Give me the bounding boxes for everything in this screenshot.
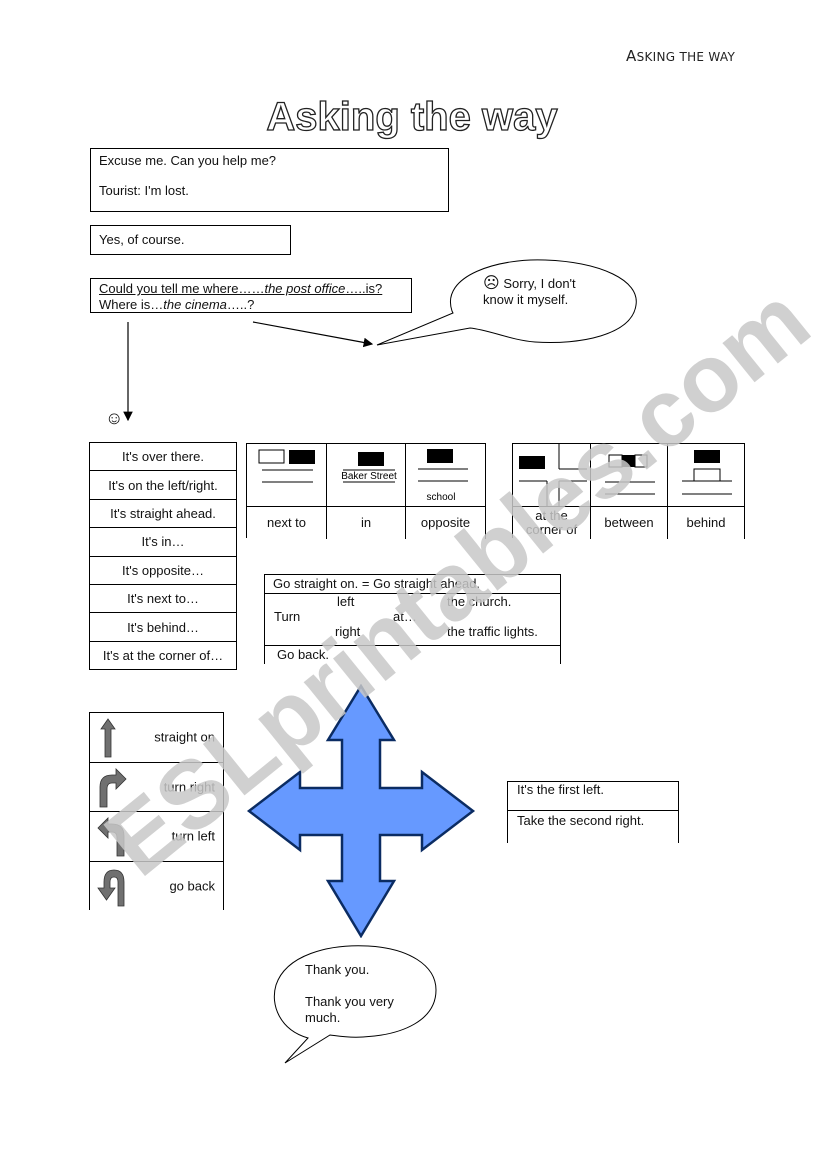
first-left-row: It's the first left. <box>508 782 678 811</box>
smiley-face-icon: ☺ <box>105 408 124 428</box>
turn-item-straight: straight on <box>90 713 223 763</box>
turns-table: straight on turn right turn left go back <box>89 712 224 910</box>
sad-face-icon: ☹ <box>483 275 500 292</box>
prep-behind: behind <box>668 444 745 539</box>
turn-item-right: turn right <box>90 763 223 812</box>
phrase-item: It's behind… <box>90 613 236 642</box>
baker-street-caption: Baker Street <box>341 471 397 482</box>
in-diagram-icon: Baker Street <box>327 444 405 507</box>
corner-diagram-icon <box>513 444 590 507</box>
to-bubble-arrow <box>252 321 374 348</box>
u-turn-icon <box>97 869 125 906</box>
turn-right-icon <box>99 767 127 807</box>
phrases-list: It's over there. It's on the left/right.… <box>89 442 237 671</box>
second-right-row: Take the second right. <box>517 813 645 828</box>
phrase-item: It's straight ahead. <box>90 500 236 529</box>
go-straight-row: Go straight on. = Go straight ahead. <box>265 575 560 594</box>
four-way-arrow-icon <box>246 684 476 938</box>
go-back-row: Go back. <box>277 647 330 662</box>
turn-item-left: turn left <box>90 812 223 862</box>
phrase-item: It's on the left/right. <box>90 471 236 500</box>
prep-between: between <box>591 444 668 539</box>
prep-next-to: next to <box>247 444 327 539</box>
thanks-bubble-text: Thank you. Thank you very much. <box>305 962 394 1025</box>
turn-item-back: go back <box>90 862 223 911</box>
prepositions-table-right: at the corner of between behind <box>512 443 745 539</box>
prep-opposite: school opposite <box>406 444 486 539</box>
phrase-item: It's next to… <box>90 585 236 614</box>
prep-corner-of: at the corner of <box>513 444 591 539</box>
phrase-item: It's opposite… <box>90 557 236 585</box>
phrase-item: It's at the corner of… <box>102 647 224 663</box>
next-to-diagram-icon <box>247 444 326 507</box>
school-caption: school <box>427 492 456 503</box>
sorry-bubble-text: ☹ Sorry, I don't know it myself. <box>483 275 576 308</box>
turn-row: Turn left right at… the church. the traf… <box>265 594 560 646</box>
behind-diagram-icon <box>668 444 744 507</box>
phrase-item: It's over there. <box>90 443 236 472</box>
prep-in: Baker Street in <box>327 444 406 539</box>
between-diagram-icon <box>591 444 667 507</box>
phrase-item: It's in… <box>90 528 236 557</box>
connector-layer <box>123 259 637 422</box>
arrow-up-icon <box>100 718 116 758</box>
prepositions-table-left: next to Baker Street in school opposite <box>246 443 486 539</box>
opposite-diagram-icon: school <box>406 444 485 507</box>
ordinals-table: It's the first left. Take the second rig… <box>507 781 679 843</box>
turn-left-icon <box>97 817 125 857</box>
directions-table: Go straight on. = Go straight ahead. Tur… <box>264 574 561 664</box>
